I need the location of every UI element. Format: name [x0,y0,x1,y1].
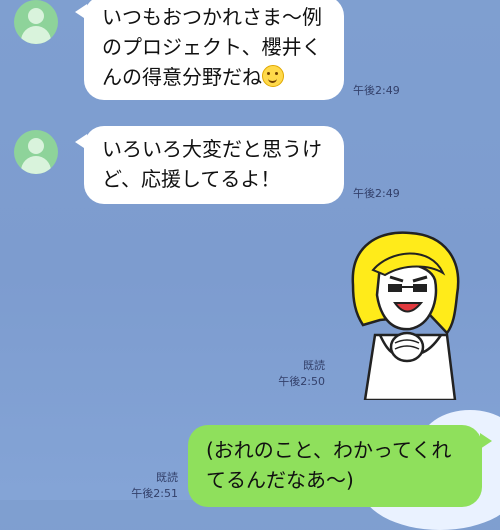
message-line: んの得意分野だね [102,62,326,92]
message-line: のプロジェクト、櫻井く [102,35,322,59]
my-message-bubble[interactable]: (おれのこと、わかってくれ てるんだなあ〜) [188,425,492,507]
cheering-blonde-woman-sticker[interactable] [335,225,475,402]
smiling-face-emoji-icon [262,65,284,87]
contact-avatar[interactable] [14,0,58,44]
sticker-illustration [351,231,460,402]
read-receipt: 既読 [303,359,325,372]
message-timestamp: 午後2:51 [131,487,178,500]
message-line: いつもおつかれさま〜例 [102,5,322,29]
message-timestamp: 午後2:49 [353,84,400,97]
message-line: ど、応援してるよ！ [102,167,281,191]
message-timestamp: 午後2:49 [353,187,400,200]
message-line: いろいろ大変だと思うけ [102,137,322,161]
contact-avatar[interactable] [14,130,58,174]
message-line: (おれのこと、わかってくれ [206,438,452,462]
message-bubble[interactable]: いろいろ大変だと思うけ ど、応援してるよ！ [75,126,344,204]
message-timestamp: 午後2:50 [278,375,325,388]
message-bubble[interactable]: いつもおつかれさま〜例 のプロジェクト、櫻井く んの得意分野だね [75,0,344,100]
message-line: てるんだなあ〜) [206,468,354,492]
read-receipt: 既読 [156,471,178,484]
